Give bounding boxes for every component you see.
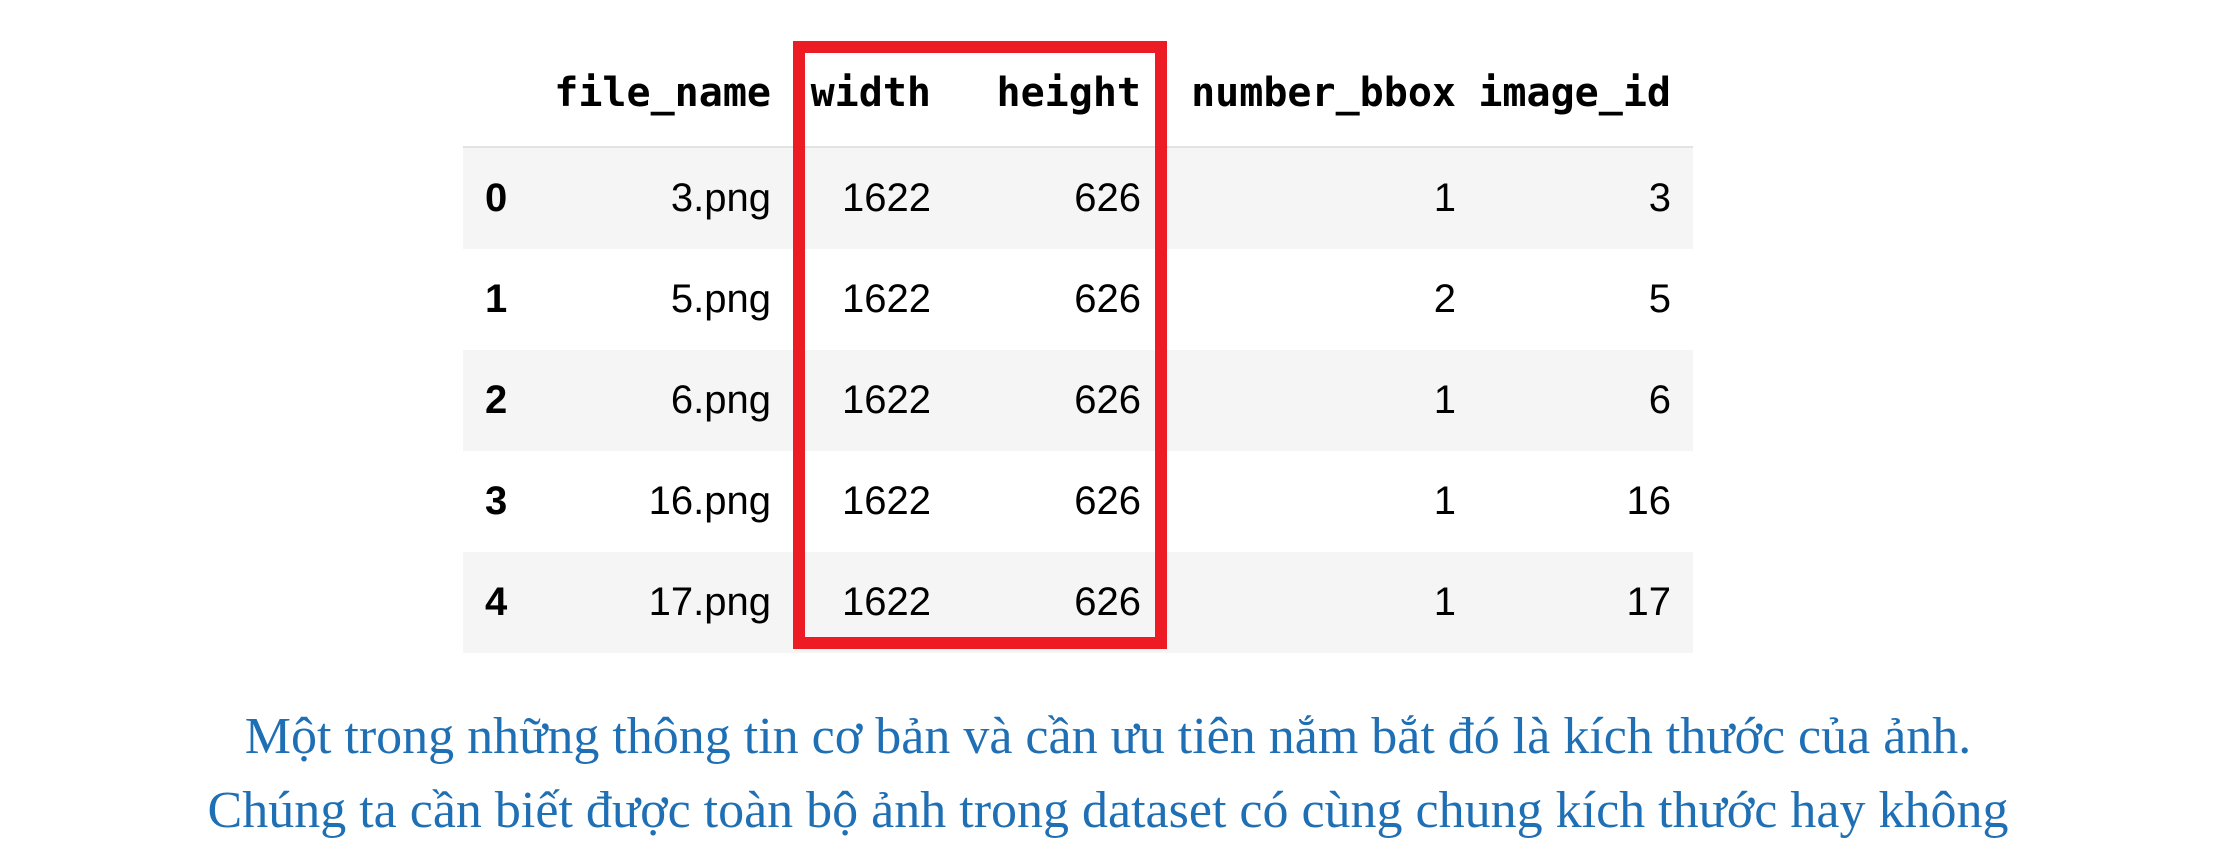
- index-header: [463, 40, 553, 148]
- cell-image-id: 17: [1478, 552, 1693, 653]
- cell-width: 1622: [793, 451, 953, 552]
- caption-line-2: Chúng ta cần biết được toàn bộ ảnh trong…: [207, 782, 2009, 839]
- cell-number-bbox: 1: [1163, 350, 1478, 451]
- column-header-image-id: image_id: [1478, 40, 1693, 148]
- column-header-number-bbox: number_bbox: [1163, 40, 1478, 148]
- table-row: 2 6.png 1622 626 1 6: [463, 350, 1693, 451]
- row-index: 4: [463, 552, 553, 653]
- row-index: 1: [463, 249, 553, 350]
- cell-file-name: 16.png: [553, 451, 793, 552]
- dataframe-table: file_name width height number_bbox image…: [463, 40, 1693, 653]
- cell-height: 626: [953, 451, 1163, 552]
- cell-width: 1622: [793, 249, 953, 350]
- cell-file-name: 6.png: [553, 350, 793, 451]
- column-header-width: width: [793, 40, 953, 148]
- cell-number-bbox: 2: [1163, 249, 1478, 350]
- cell-height: 626: [953, 249, 1163, 350]
- table-row: 0 3.png 1622 626 1 3: [463, 147, 1693, 249]
- cell-height: 626: [953, 552, 1163, 653]
- cell-width: 1622: [793, 350, 953, 451]
- cell-number-bbox: 1: [1163, 552, 1478, 653]
- table-row: 1 5.png 1622 626 2 5: [463, 249, 1693, 350]
- table-row: 4 17.png 1622 626 1 17: [463, 552, 1693, 653]
- cell-image-id: 16: [1478, 451, 1693, 552]
- cell-image-id: 3: [1478, 147, 1693, 249]
- cell-height: 626: [953, 350, 1163, 451]
- cell-file-name: 17.png: [553, 552, 793, 653]
- column-header-file-name: file_name: [553, 40, 793, 148]
- cell-width: 1622: [793, 552, 953, 653]
- caption: Một trong những thông tin cơ bản và cần …: [0, 700, 2216, 848]
- cell-number-bbox: 1: [1163, 451, 1478, 552]
- row-index: 2: [463, 350, 553, 451]
- dataframe-table-container: file_name width height number_bbox image…: [463, 40, 1693, 653]
- column-header-height: height: [953, 40, 1163, 148]
- caption-line-1: Một trong những thông tin cơ bản và cần …: [244, 708, 1972, 765]
- row-index: 0: [463, 147, 553, 249]
- cell-height: 626: [953, 147, 1163, 249]
- cell-file-name: 5.png: [553, 249, 793, 350]
- cell-image-id: 6: [1478, 350, 1693, 451]
- cell-number-bbox: 1: [1163, 147, 1478, 249]
- row-index: 3: [463, 451, 553, 552]
- cell-file-name: 3.png: [553, 147, 793, 249]
- cell-image-id: 5: [1478, 249, 1693, 350]
- table-row: 3 16.png 1622 626 1 16: [463, 451, 1693, 552]
- table-header-row: file_name width height number_bbox image…: [463, 40, 1693, 148]
- cell-width: 1622: [793, 147, 953, 249]
